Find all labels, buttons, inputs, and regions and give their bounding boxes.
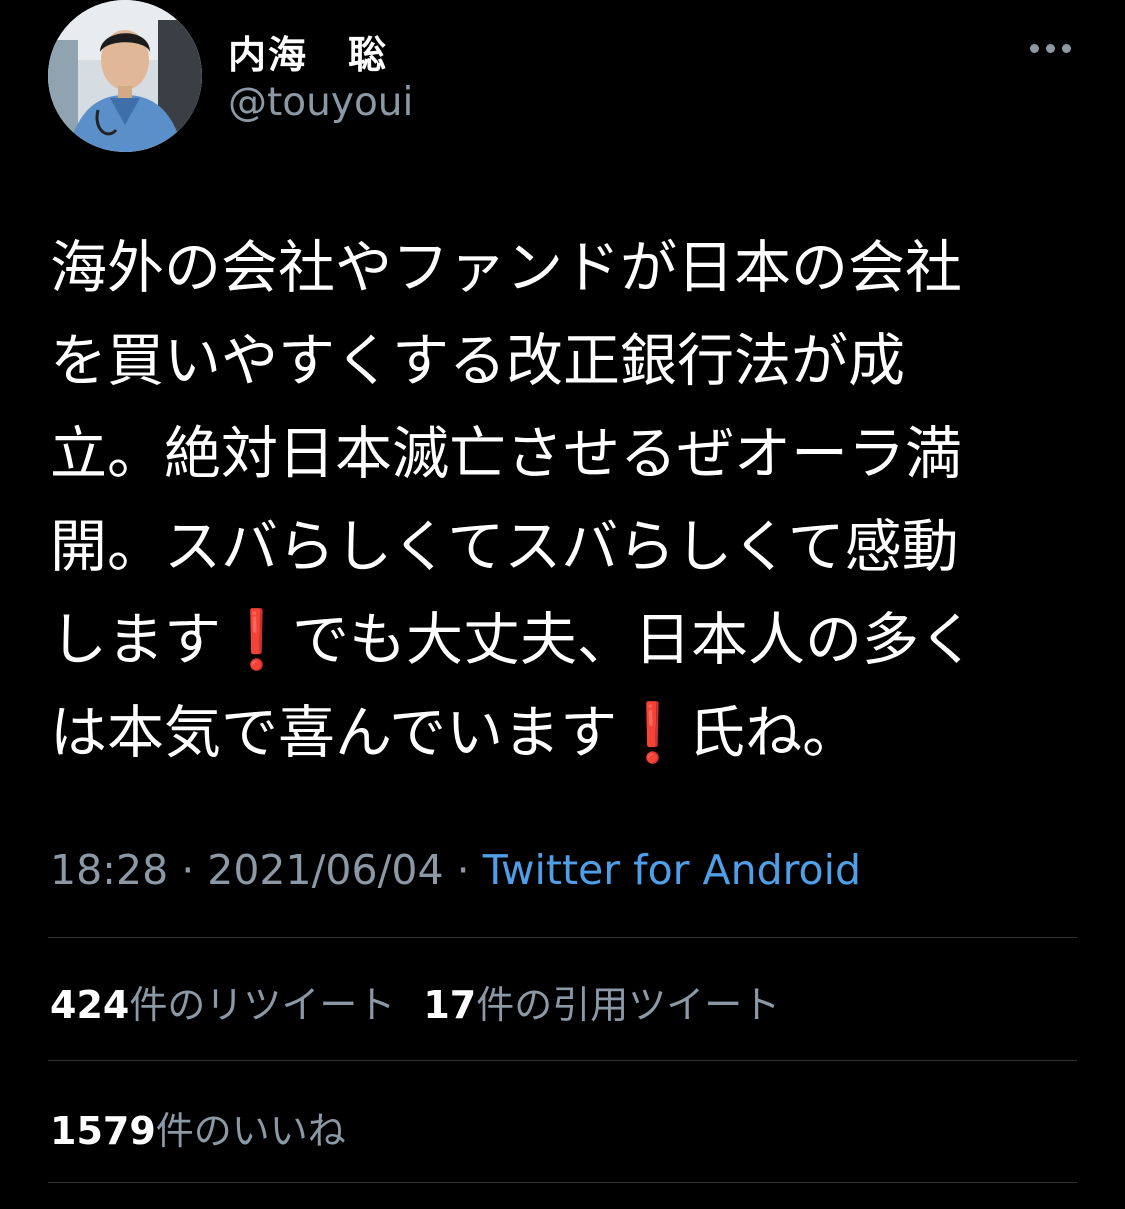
tweet-text-segment: は本気で喜んでいます: [50, 700, 618, 766]
tweet-meta: 18:28 · 2021/06/04 · Twitter for Android: [50, 846, 861, 894]
more-horizontal-icon-dot: [1045, 43, 1055, 53]
retweets-count: 424: [50, 983, 130, 1027]
tweet-source-link[interactable]: Twitter for Android: [483, 846, 861, 894]
quote-tweets-label: 件の引用ツイート: [476, 983, 781, 1027]
tweet-text: 海外の会社やファンドが日本の会社 を買いやすくする改正銀行法が成 立。絶対日本滅…: [50, 222, 1050, 780]
tweet-text-line: 海外の会社やファンドが日本の会社: [50, 235, 962, 301]
user-handle[interactable]: @touyoui: [228, 80, 413, 125]
likes-count: 1579: [50, 1109, 156, 1153]
retweet-stats: 424件のリツイート 17件の引用ツイート: [50, 974, 780, 1029]
tweet-text-segment: でも大丈夫、日本人の多く: [291, 607, 976, 673]
display-name[interactable]: 内海 聡: [228, 24, 388, 79]
likes-label: 件のいいね: [155, 1109, 346, 1153]
likes-stats: 1579件のいいね: [50, 1100, 346, 1155]
tweet-text-segment: します: [50, 607, 221, 673]
tweet-text-line: します❗でも大丈夫、日本人の多く: [50, 594, 1050, 687]
exclamation-emoji-icon: ❗: [221, 607, 292, 673]
retweets-link[interactable]: 424件のリツイート: [50, 983, 395, 1027]
quote-tweets-link[interactable]: 17件の引用ツイート: [423, 983, 780, 1027]
tweet-text-segment: 氏ね。: [688, 700, 860, 766]
divider: [48, 1060, 1077, 1061]
tweet: 内海 聡 @touyoui 海外の会社やファンドが日本の会社 を買いやすくする改…: [0, 0, 1125, 1209]
more-options-button[interactable]: [1022, 30, 1078, 66]
avatar[interactable]: [48, 0, 202, 152]
tweet-text-line: を買いやすくする改正銀行法が成: [50, 328, 905, 394]
retweets-label: 件のリツイート: [129, 983, 396, 1027]
more-horizontal-icon: [1029, 43, 1039, 53]
tweet-text-line: 開。スバらしくてスバらしくて感動: [50, 514, 959, 580]
tweet-date[interactable]: 2021/06/04: [207, 846, 443, 894]
likes-link[interactable]: 1579件のいいね: [50, 1109, 346, 1153]
tweet-time[interactable]: 18:28: [50, 846, 168, 894]
tweet-text-line: は本気で喜んでいます❗氏ね。: [50, 687, 1050, 780]
exclamation-emoji-icon: ❗: [617, 700, 689, 766]
meta-separator: ·: [168, 846, 208, 894]
meta-separator: ·: [443, 846, 483, 894]
tweet-text-line: 立。絶対日本滅亡させるぜオーラ満: [50, 421, 962, 487]
quote-tweets-count: 17: [423, 983, 477, 1027]
divider: [48, 937, 1077, 938]
divider: [48, 1182, 1077, 1183]
more-horizontal-icon-dot: [1061, 43, 1071, 53]
